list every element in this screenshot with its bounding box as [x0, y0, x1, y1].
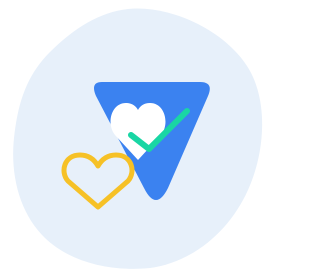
- health-illustration: [13, 8, 263, 269]
- illustration-card: [0, 0, 269, 274]
